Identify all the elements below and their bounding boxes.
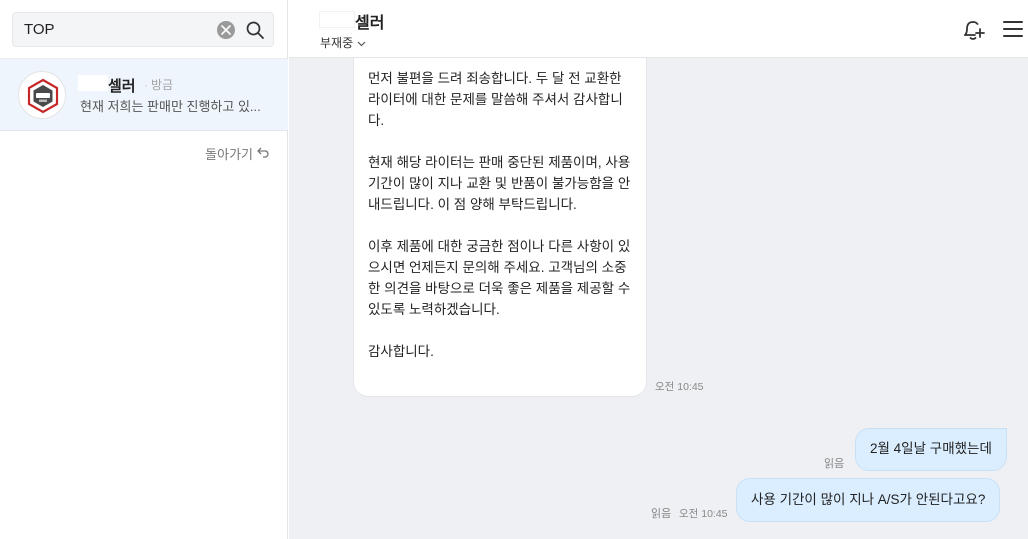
outgoing-message: 사용 기간이 많이 지나 A/S가 안된다고요?	[736, 478, 1001, 522]
redacted-name	[319, 11, 355, 28]
clear-icon[interactable]	[217, 21, 235, 39]
status-label: 부재중	[320, 36, 354, 50]
chat-list-panel: 셀러 방금 현재 저희는 판매만 진행하고 있... 돌아가기	[0, 0, 288, 539]
chat-header: 셀러 부재중	[289, 0, 1028, 58]
read-receipt: 읽음	[824, 458, 845, 470]
read-receipt: 읽음	[651, 508, 672, 520]
avatar	[18, 71, 66, 119]
back-button[interactable]: 돌아가기	[205, 144, 271, 163]
chevron-down-icon	[357, 36, 366, 50]
message-paragraph: 먼저 불편을 드려 죄송합니다. 두 달 전 교환한 라이터에 대한 문제를 말…	[368, 71, 623, 128]
message-time: 오전 10:45	[679, 508, 728, 520]
message-paragraph: 현재 해당 라이터는 판매 중단된 제품이며, 사용 기간이 많이 지나 교환 …	[368, 155, 631, 212]
undo-arrow-icon	[257, 146, 271, 161]
chat-title: 셀러	[355, 15, 385, 32]
message-paragraph: 감사합니다.	[368, 344, 434, 359]
chat-list-item[interactable]: 셀러 방금 현재 저희는 판매만 진행하고 있...	[0, 59, 288, 131]
hamburger-menu-icon[interactable]	[1002, 19, 1024, 39]
incoming-message: 먼저 불편을 드려 죄송합니다. 두 달 전 교환한 라이터에 대한 문제를 말…	[354, 58, 646, 396]
chat-room: 셀러 부재중 먼저 불편을 드려 죄송합니다. 두 달 전 교환한 라이터에 대…	[289, 0, 1028, 539]
back-label: 돌아가기	[205, 147, 253, 162]
search-icon[interactable]	[245, 20, 265, 40]
outgoing-message: 2월 4일날 구매했는데	[855, 428, 1007, 471]
chat-item-preview: 현재 저희는 판매만 진행하고 있...	[80, 99, 261, 114]
message-paragraph: 이후 제품에 대한 궁금한 점이나 다른 사항이 있으시면 언제든지 문의해 주…	[368, 239, 631, 317]
redacted-name	[78, 75, 108, 91]
message-text: 사용 기간이 많이 지나 A/S가 안된다고요?	[751, 492, 986, 507]
search-input[interactable]	[13, 13, 208, 46]
search-box	[12, 12, 274, 47]
status-dropdown[interactable]: 부재중	[320, 34, 366, 51]
message-text: 2월 4일날 구매했는데	[870, 441, 992, 456]
chat-item-name: 셀러	[108, 78, 136, 95]
message-time: 오전 10:45	[655, 381, 704, 393]
chat-item-time: 방금	[144, 76, 173, 93]
bell-plus-icon[interactable]	[959, 16, 987, 44]
